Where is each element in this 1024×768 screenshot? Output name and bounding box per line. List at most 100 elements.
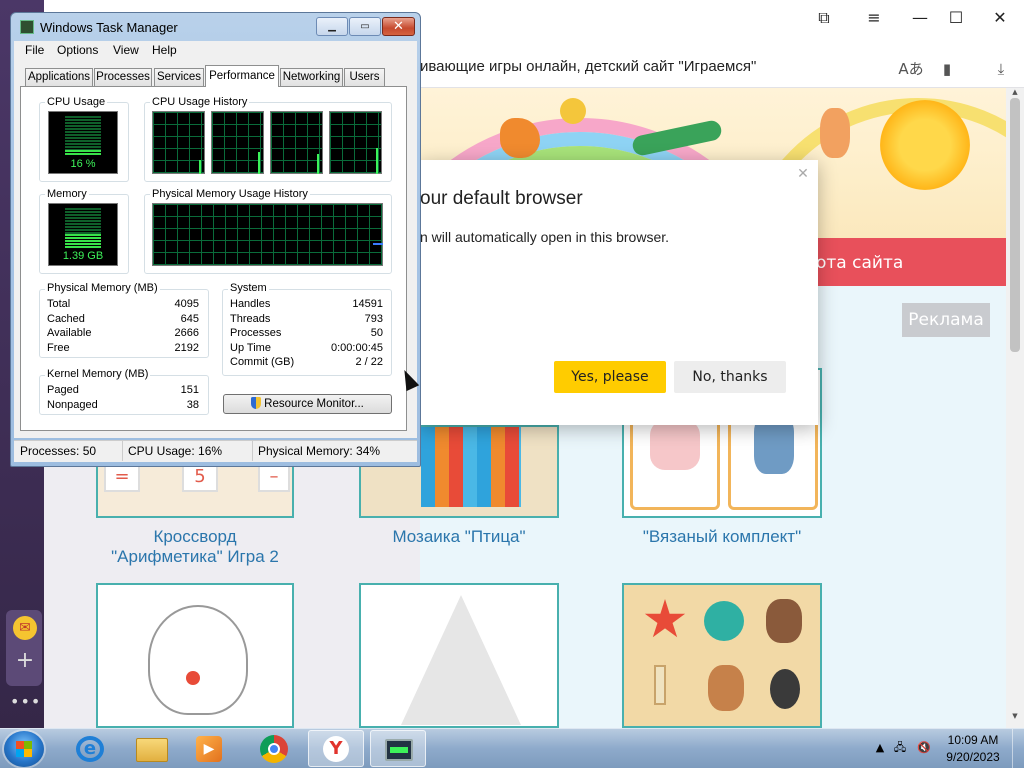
stat-name: Total [47, 298, 71, 310]
tab-users[interactable]: Users [344, 68, 385, 86]
address-bar[interactable]: ивающие игры онлайн, детский сайт "Играе… [420, 58, 756, 75]
add-icon[interactable]: + [13, 650, 37, 674]
tray-expand-icon[interactable]: ▲ [872, 740, 888, 756]
menu-file[interactable]: File [25, 43, 44, 57]
memory-history-graph [152, 203, 383, 266]
stat-name: Nonpaged [47, 399, 98, 411]
taskbar-time[interactable]: 10:09 AM [940, 733, 1006, 747]
memory-label: Memory [45, 188, 89, 200]
tab-applications[interactable]: Applications [25, 68, 93, 86]
stat-value: 2192 [174, 342, 199, 354]
cpu-usage-value: 16 % [70, 158, 96, 170]
menu-options[interactable]: Options [57, 43, 98, 57]
tab-processes[interactable]: Processes [94, 68, 152, 86]
chrome-icon-center [268, 743, 280, 755]
menu-help[interactable]: Help [152, 43, 177, 57]
more-icon[interactable]: ••• [10, 692, 40, 712]
bird-illustration [560, 98, 586, 124]
taskbar-app-task-manager[interactable] [370, 730, 426, 767]
cpu-meter-fill [65, 150, 101, 156]
sun-illustration [880, 100, 970, 190]
no-thanks-button[interactable]: No, thanks [674, 361, 786, 393]
tab-services[interactable]: Services [154, 68, 204, 86]
stat-name: Processes [230, 327, 282, 339]
show-desktop-button[interactable] [1012, 729, 1024, 768]
candle-ornament [654, 665, 666, 705]
card-caption[interactable]: Кроссворд "Арифметика" Игра 2 [96, 527, 294, 567]
memory-history-label: Physical Memory Usage History [150, 188, 310, 200]
game-card-ornaments[interactable] [622, 583, 822, 728]
taskbar-app-explorer[interactable] [124, 730, 180, 767]
dialog-title: our default browser [420, 188, 583, 209]
maximize-icon[interactable]: ▭ [349, 17, 381, 36]
graph-spike [258, 152, 260, 174]
graph-spike [376, 148, 378, 174]
browser-menu-icon[interactable]: ≡ [852, 2, 896, 34]
mosaic-pattern [421, 427, 521, 507]
taskbar-date[interactable]: 9/20/2023 [940, 750, 1006, 764]
yes-please-button[interactable]: Yes, please [554, 361, 666, 393]
resource-monitor-button[interactable]: Resource Monitor... [223, 394, 392, 414]
gingerbread-ornament [766, 599, 802, 643]
stat-value: 2 / 22 [355, 356, 383, 368]
stat-value: 14591 [352, 298, 383, 310]
scroll-down-icon[interactable]: ▼ [1006, 712, 1024, 726]
close-icon[interactable]: ✕ [382, 17, 415, 36]
tab-performance[interactable]: Performance [205, 65, 279, 87]
memory-meter: 1.39 GB [48, 203, 118, 266]
stat-name: Available [47, 327, 92, 339]
minimize-icon[interactable]: ▁ [316, 17, 348, 36]
cpu-history-label: CPU Usage History [150, 96, 250, 108]
game-card-santa-coloring[interactable] [96, 583, 294, 728]
download-icon[interactable]: ⤓ [988, 56, 1014, 82]
media-player-icon: ▶ [196, 736, 222, 762]
file-explorer-icon [136, 738, 168, 762]
cpu-core-graph [270, 111, 323, 174]
close-icon[interactable]: ✕ [978, 2, 1022, 34]
star-ornament [644, 599, 686, 638]
kernel-memory-label: Kernel Memory (MB) [45, 368, 151, 380]
tray-volume-muted-icon[interactable]: 🔇 [916, 740, 932, 756]
card-caption[interactable]: "Вязаный комплект" [622, 527, 822, 547]
maximize-icon[interactable]: ☐ [934, 2, 978, 34]
card-caption[interactable]: Мозаика "Птица" [359, 527, 559, 547]
scroll-up-icon[interactable]: ▲ [1006, 88, 1024, 100]
ad-label[interactable]: Реклама [902, 303, 990, 337]
bookmark-icon[interactable]: ▮ [934, 56, 960, 82]
physical-memory-label: Physical Memory (MB) [45, 282, 160, 294]
stat-value: 50 [370, 327, 383, 339]
mail-icon[interactable]: ✉ [13, 616, 37, 640]
site-banner[interactable]: ота сайта [816, 238, 1006, 286]
stat-name: Paged [47, 384, 79, 396]
dialog-close-icon[interactable]: ✕ [795, 166, 811, 182]
dark-ornament [770, 669, 800, 709]
resource-monitor-label: Resource Monitor... [264, 398, 364, 410]
taskbar-app-chrome[interactable] [246, 730, 302, 767]
scrollbar-thumb[interactable] [1010, 98, 1020, 352]
stat-name: Commit (GB) [230, 356, 295, 368]
cpu-usage-meter: 16 % [48, 111, 118, 174]
status-divider [252, 441, 253, 461]
memory-value: 1.39 GB [62, 250, 104, 262]
stat-value: 0:00:00:45 [331, 342, 383, 354]
stat-value: 38 [186, 399, 199, 411]
tab-networking[interactable]: Networking [280, 68, 343, 86]
bookmarks-icon[interactable]: ⧉ [802, 2, 846, 34]
stat-name: Threads [230, 313, 271, 325]
game-card-tree-coloring[interactable] [359, 583, 559, 728]
taskbar-app-yandex[interactable]: Y [308, 730, 364, 767]
yandex-browser-icon: Y [323, 736, 349, 762]
tray-network-icon[interactable]: 🖧 [892, 740, 908, 756]
stat-value: 793 [364, 313, 383, 325]
task-manager-icon [20, 20, 34, 34]
santa-outline [148, 605, 248, 715]
menu-view[interactable]: View [113, 43, 139, 57]
system-label: System [228, 282, 269, 294]
translate-icon[interactable]: Aあ [898, 56, 924, 82]
fox-illustration [500, 118, 540, 158]
taskbar-app-media[interactable]: ▶ [182, 730, 238, 767]
stat-value: 2666 [174, 327, 199, 339]
taskbar-app-ie[interactable]: e [62, 730, 118, 767]
window-title: Windows Task Manager [40, 20, 178, 35]
tree-outline [401, 595, 521, 725]
